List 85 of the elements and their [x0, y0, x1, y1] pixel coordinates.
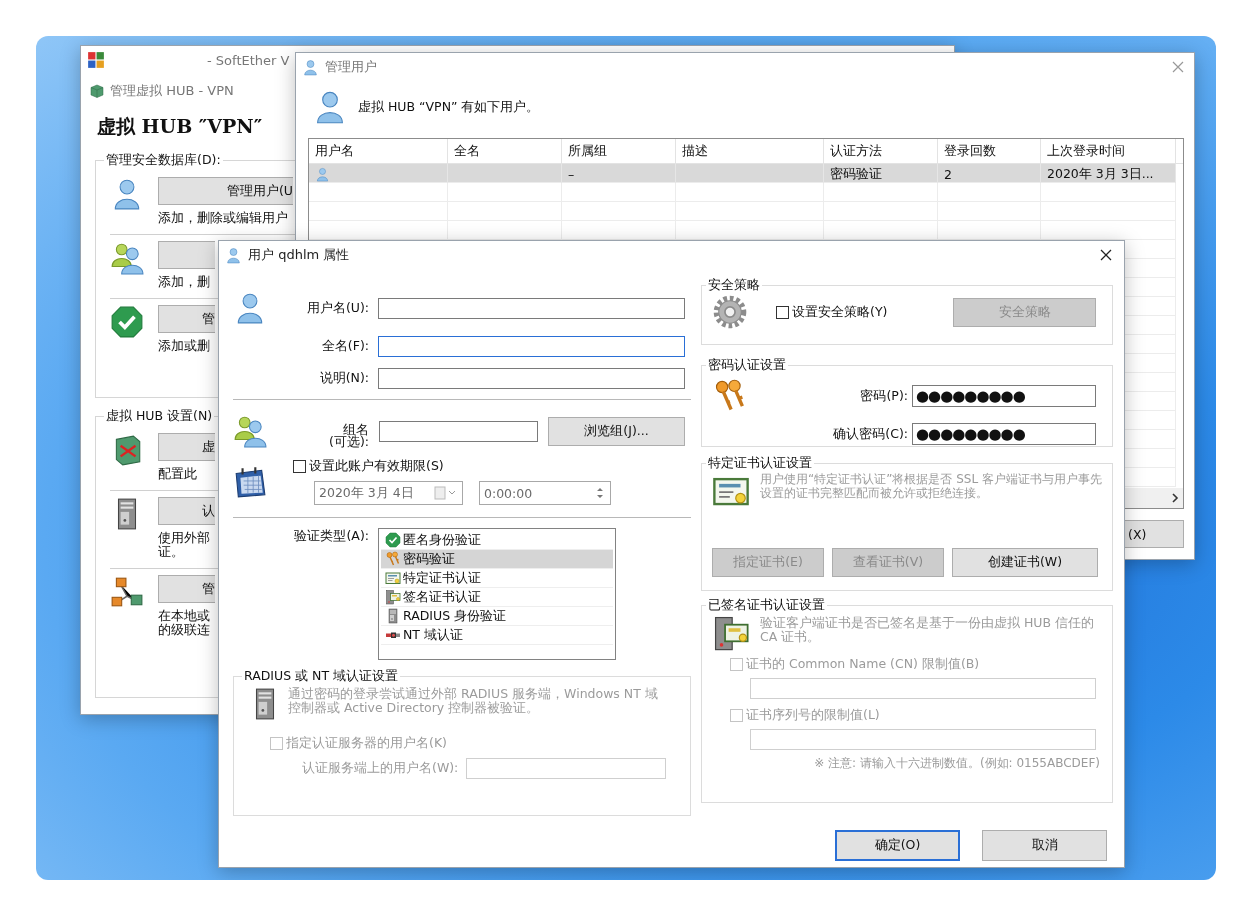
checkbox-label[interactable]: 设置此账户有效期限(S) — [309, 458, 444, 475]
checkbox[interactable] — [293, 460, 306, 473]
description-text: 验证客户端证书是否已签名是基于一份由虚拟 HUB 信任的 CA 证书。 — [760, 616, 1096, 644]
dialog-button[interactable]: 取消 — [982, 830, 1107, 861]
field-label: 认证服务端上的用户名(W): — [302, 760, 459, 777]
field-label: 用户名(U): — [305, 299, 369, 317]
user-icon — [302, 58, 319, 76]
hub-action-button[interactable]: 管 — [158, 305, 215, 333]
field-label: 密码(P): — [859, 387, 908, 405]
field-label: 组名 — [343, 424, 369, 436]
date-picker[interactable]: 2020年 3月 4日 — [314, 481, 463, 505]
check-icon — [385, 532, 401, 548]
table-cell: – — [562, 164, 676, 185]
check-icon — [110, 305, 144, 339]
text-field[interactable] — [378, 336, 685, 357]
checkbox[interactable] — [776, 305, 789, 319]
hub-icon — [89, 83, 105, 99]
hub-action-note: 添加，删除或编辑用户 — [158, 211, 288, 225]
window-title: 管理用户 — [325, 58, 377, 76]
browse-groups-button[interactable]: 浏览组(J)... — [548, 416, 685, 446]
hub-action-note: 的级联连 — [158, 623, 210, 637]
gear-icon — [712, 294, 748, 330]
field-label: (可选): — [328, 436, 369, 448]
network-icon — [110, 575, 144, 609]
description-text: 用户使用“特定证书认证”将根据是否 SSL 客户端证书与用户事先设置的证书完整匹配而被允许或拒绝连接。 — [760, 472, 1103, 500]
field-label: 全名(F): — [320, 338, 369, 355]
window-title: 用户 qdhlm 属性 — [248, 246, 350, 264]
window-title: - SoftEther V — [207, 52, 290, 68]
certificate-icon — [385, 570, 401, 586]
text-field[interactable] — [378, 297, 685, 319]
auth-type-list[interactable]: 匿名身份验证 密码验证 特定证书认证 签名证书认证 RADIUS 身份验证 NT 域认证 — [378, 528, 616, 660]
user-icon — [315, 167, 330, 182]
table-cell: 密码验证 — [824, 164, 938, 185]
hub-action-note: 添加或删 — [158, 339, 210, 353]
close-button[interactable]: (X) — [1124, 520, 1184, 548]
time-field[interactable]: 0:00:00 — [479, 481, 611, 505]
group-title: 虚拟 HUB 设置(N) — [105, 408, 214, 425]
table-cell: 2 — [938, 164, 1041, 185]
group-title: 安全策略 — [707, 277, 761, 294]
group-title: 密码认证设置 — [707, 357, 787, 374]
password-field[interactable]: ●●●●●●●●● — [912, 423, 1096, 445]
password-field[interactable]: ●●●●●●●●● — [912, 385, 1096, 407]
hub-heading: 虚拟 HUB ″VPN″ — [97, 114, 264, 139]
group-title: 特定证书认证设置 — [707, 455, 813, 472]
calendar-icon — [233, 464, 267, 499]
list-item[interactable]: 密码验证 — [381, 550, 613, 569]
table-row[interactable]: – 密码验证 2 2020年 3月 3日... — [309, 164, 1176, 183]
users-icon — [110, 241, 144, 275]
list-item[interactable]: RADIUS 身份验证 — [381, 607, 613, 626]
scroll-right-icon[interactable] — [1171, 493, 1179, 503]
server-certificate-icon — [385, 589, 401, 605]
app-icon — [87, 51, 105, 69]
field-label: 验证类型(A): — [293, 528, 369, 545]
field-label: 确认密码(C): — [832, 425, 908, 443]
hub-action-note: 在本地或 — [158, 609, 210, 623]
window-title: 管理虚拟 HUB - VPN — [110, 82, 234, 100]
group-title: 管理安全数据库(D): — [105, 152, 222, 169]
hub-action-note: 使用外部 — [158, 531, 210, 545]
group-title: RADIUS 或 NT 域认证设置 — [243, 668, 400, 685]
hub-action-note: 证。 — [158, 545, 184, 559]
hint-text: ※ 注意: 请输入十六进制数值。(例如: 0155ABCDEF) — [813, 756, 1100, 770]
keys-icon — [385, 551, 401, 567]
list-item[interactable]: 签名证书认证 — [381, 588, 613, 607]
list-item[interactable]: 特定证书认证 — [381, 569, 613, 588]
users-message: 虚拟 HUB “VPN” 有如下用户。 — [358, 99, 540, 116]
hub-action-button[interactable]: 认 — [158, 497, 215, 525]
description-text: 通过密码的登录尝试通过外部 RADIUS 服务端，Windows NT 域控制器或 Active Directory 控制器被验证。 — [288, 687, 659, 715]
server-icon — [385, 608, 401, 624]
hub-action-button[interactable]: 管 — [158, 575, 215, 603]
text-field[interactable] — [379, 420, 538, 442]
hub-action-note: 配置此 — [158, 467, 197, 481]
list-item[interactable]: NT 域认证 — [381, 626, 613, 645]
users-icon — [233, 414, 267, 448]
field-label: 说明(N): — [318, 370, 369, 387]
hub-action-button[interactable]: 虚 — [158, 433, 215, 461]
hub-action-button[interactable]: 管理用户(U — [158, 177, 293, 205]
dialog-button[interactable]: 确定(O) — [835, 830, 960, 861]
text-field[interactable] — [378, 368, 685, 389]
group-title: 已签名证书认证设置 — [707, 597, 826, 614]
table-cell: 2020年 3月 3日... — [1041, 164, 1176, 185]
close-icon[interactable] — [1100, 249, 1112, 261]
checkbox-label[interactable]: 设置安全策略(Y) — [792, 303, 888, 321]
hub-action-note: 添加，删 — [158, 275, 210, 289]
server-certificate-icon — [712, 614, 750, 652]
user-icon — [225, 246, 242, 264]
